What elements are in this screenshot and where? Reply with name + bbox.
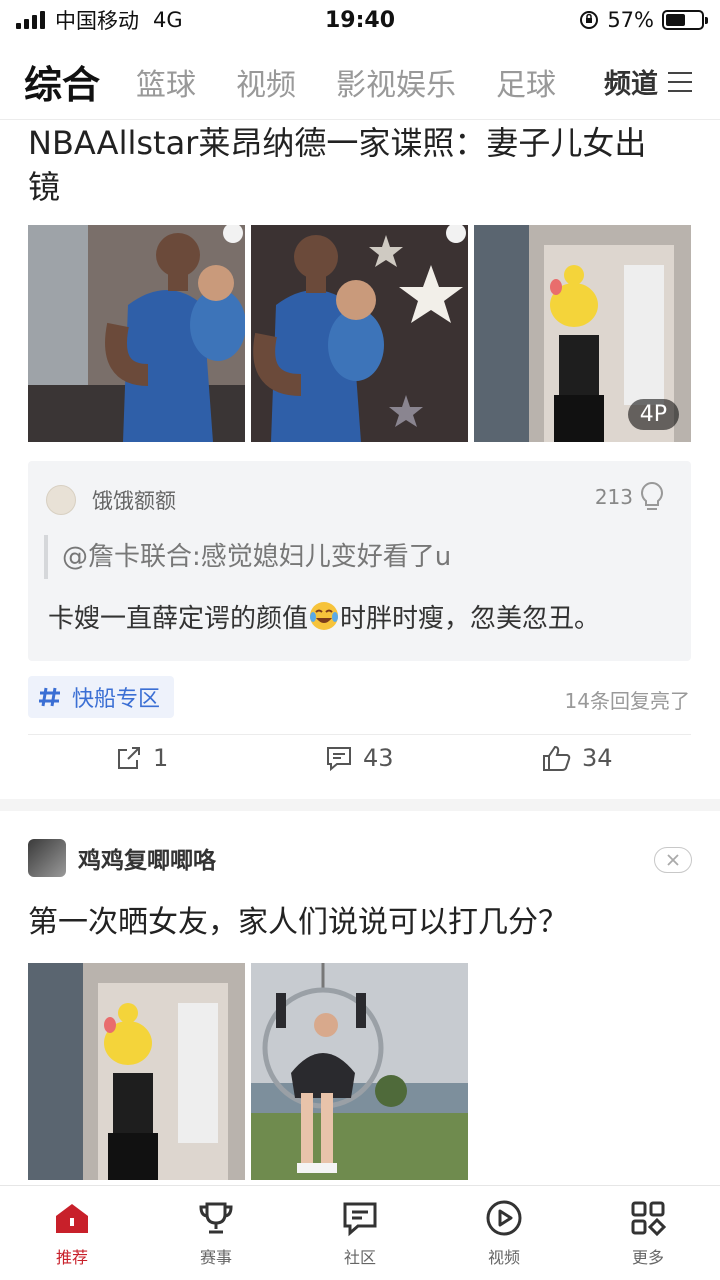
- share-count: 1: [153, 744, 169, 772]
- reply-highlight-note[interactable]: 14条回复亮了: [565, 685, 690, 714]
- menu-icon: [668, 71, 692, 92]
- feed: NBAAllstar莱昂纳德一家谍照：妻子儿女出镜 4P 饿饿额额 213 @詹…: [0, 121, 720, 1185]
- video-icon: [486, 1200, 522, 1236]
- battery-percent: 57%: [607, 8, 654, 32]
- like-button[interactable]: 34: [542, 744, 613, 772]
- comment-icon: [327, 747, 351, 772]
- tears-of-joy-emoji-icon: [310, 602, 339, 630]
- home-icon: [56, 1204, 88, 1233]
- comment-count: 43: [363, 744, 394, 772]
- avatar[interactable]: [46, 485, 76, 515]
- status-bar: 中国移动 4G 19:40 57%: [0, 0, 720, 40]
- tab-basketball[interactable]: 篮球: [136, 60, 196, 104]
- tab-general[interactable]: 综合: [24, 54, 100, 109]
- nav-more[interactable]: 更多: [576, 1186, 720, 1280]
- thumbs-up-icon: [543, 745, 571, 771]
- post-image-1[interactable]: [28, 225, 245, 442]
- topic-label: 快船专区: [72, 687, 161, 712]
- nav-events[interactable]: 赛事: [144, 1186, 288, 1280]
- tab-video[interactable]: 视频: [236, 60, 296, 104]
- tab-entertainment[interactable]: 影视娱乐: [336, 60, 456, 104]
- nav-label: 更多: [631, 1248, 664, 1267]
- more-icon: [631, 1201, 667, 1237]
- like-count: 34: [582, 744, 613, 772]
- channel-label: 频道: [604, 69, 658, 100]
- nav-recommend[interactable]: 推荐: [0, 1186, 144, 1280]
- post-image-row: 4P: [28, 225, 691, 442]
- image-count-badge: 4P: [627, 399, 679, 430]
- channel-menu-button[interactable]: 频道: [604, 62, 692, 101]
- battery-level: [666, 14, 686, 26]
- trophy-icon: [199, 1202, 233, 1234]
- comment-text: 卡嫂一直薛定谔的颜值: [48, 604, 309, 634]
- comment-button[interactable]: 43: [325, 744, 394, 772]
- signal-icon: [16, 11, 45, 29]
- lightbulb-icon: [641, 481, 663, 510]
- post-image-2[interactable]: [251, 225, 468, 442]
- comment-body: 卡嫂一直薛定谔的颜值 时胖时瘦，忽美忽丑。: [48, 597, 600, 641]
- carrier-name: 中国移动: [55, 9, 139, 33]
- post-image-1[interactable]: [28, 963, 245, 1180]
- comment-text-continued: 时胖时瘦，忽美忽丑。: [340, 604, 601, 634]
- topic-tag[interactable]: 快船专区: [28, 676, 175, 718]
- comment-like-button[interactable]: 213: [595, 481, 665, 513]
- post-image-2[interactable]: [251, 963, 468, 1180]
- channel-tabs: 综合 篮球 视频 影视娱乐 足球 频道: [0, 44, 720, 120]
- bottom-nav: 推荐 赛事 社区 视频 更多: [0, 1185, 720, 1280]
- quoted-comment: @詹卡联合:感觉媳妇儿变好看了u: [44, 535, 451, 579]
- post-title[interactable]: 第一次晒女友，家人们说说可以打几分？: [28, 901, 568, 945]
- post-image-row: [28, 963, 468, 1180]
- author-name[interactable]: 鸡鸡复唧唧咯: [78, 841, 216, 875]
- comment-like-count: 213: [594, 485, 633, 509]
- avatar[interactable]: [28, 839, 66, 877]
- share-icon: [118, 747, 140, 769]
- close-icon: [667, 854, 679, 866]
- network-type: 4G: [153, 8, 183, 32]
- post-actions: 1 43 34: [0, 744, 720, 788]
- tab-football[interactable]: 足球: [496, 60, 556, 104]
- divider: [28, 734, 691, 735]
- community-icon: [343, 1202, 377, 1237]
- share-button[interactable]: 1: [115, 744, 168, 772]
- dismiss-button[interactable]: [654, 847, 692, 873]
- battery-icon: [662, 10, 708, 30]
- nav-label: 推荐: [55, 1248, 88, 1267]
- nav-label: 赛事: [199, 1248, 232, 1267]
- hot-comment[interactable]: 饿饿额额 213 @詹卡联合:感觉媳妇儿变好看了u 卡嫂一直薛定谔的颜值 时胖时瘦…: [28, 461, 691, 661]
- hash-icon: [39, 687, 60, 707]
- nav-label: 视频: [487, 1248, 520, 1267]
- rotation-lock-icon: [580, 11, 599, 29]
- nav-label: 社区: [343, 1248, 376, 1267]
- post-separator: [0, 799, 720, 811]
- post-image-3[interactable]: 4P: [474, 225, 691, 442]
- nav-community[interactable]: 社区: [288, 1186, 432, 1280]
- post-author[interactable]: 鸡鸡复唧唧咯: [28, 839, 216, 877]
- comment-username[interactable]: 饿饿额额: [92, 485, 176, 515]
- post-title[interactable]: NBAAllstar莱昂纳德一家谍照：妻子儿女出镜: [28, 121, 678, 209]
- nav-video[interactable]: 视频: [432, 1186, 576, 1280]
